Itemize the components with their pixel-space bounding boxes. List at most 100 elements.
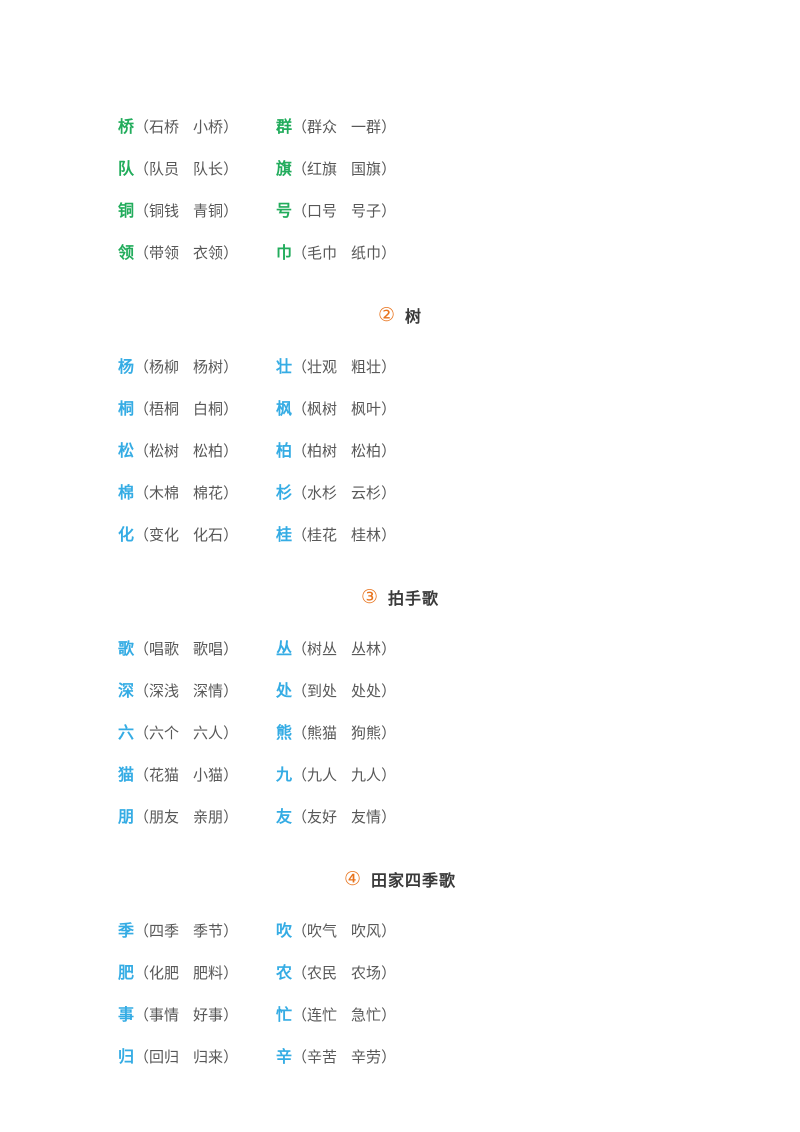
vocab-entry: 杉（水杉 云杉） [276, 479, 456, 503]
vocab-word-second: 归来 [193, 1050, 224, 1066]
vocab-word-first: 红旗 [307, 162, 338, 178]
close-paren: ） [223, 726, 239, 742]
open-paren: （ [134, 360, 150, 376]
close-paren: ） [223, 642, 239, 658]
open-paren: （ [134, 444, 150, 460]
headword-character: 歌 [118, 641, 135, 658]
vocab-word-second: 号子 [351, 204, 382, 220]
vocab-word-second: 枫叶 [351, 402, 382, 418]
close-paren: ） [223, 768, 239, 784]
close-paren: ） [381, 768, 397, 784]
open-paren: （ [292, 642, 308, 658]
vocab-word-second: 国旗 [351, 162, 382, 178]
close-paren: ） [381, 402, 397, 418]
close-paren: ） [223, 444, 239, 460]
open-paren: （ [134, 246, 150, 262]
headword-character: 群 [276, 119, 293, 136]
close-paren: ） [223, 120, 239, 136]
vocab-section: ② 树杨（杨柳 杨树）壮（壮观 粗壮）桐（梧桐 白桐）枫（枫树 枫叶）松（松树 松柏）柏（柏… [0, 272, 800, 554]
open-paren: （ [292, 120, 308, 136]
vocab-row: 铜（铜钱 青铜）号（口号 号子） [0, 188, 800, 230]
close-paren: ） [381, 360, 397, 376]
vocab-entry: 桂（桂花 桂林） [276, 521, 456, 545]
open-paren: （ [134, 1050, 150, 1066]
vocab-entry: 九（九人 九人） [276, 761, 456, 785]
vocab-word-first: 吹气 [307, 924, 338, 940]
close-paren: ） [223, 810, 239, 826]
open-paren: （ [134, 162, 150, 178]
vocab-word-second: 友情 [351, 810, 382, 826]
vocab-word-first: 带领 [149, 246, 180, 262]
vocab-word-second: 狗熊 [351, 726, 382, 742]
vocab-row-group: 桥（石桥 小桥）群（群众 一群）队（队员 队长）旗（红旗 国旗）铜（铜钱 青铜）号（口号号… [0, 104, 800, 272]
vocab-section: ③ 拍手歌歌（唱歌 歌唱）丛（树丛 丛林）深（深浅 深情）处（到处 处处）六（六个 六人）熊… [0, 554, 800, 836]
close-paren: ） [223, 162, 239, 178]
vocab-row: 棉（木棉 棉花）杉（水杉 云杉） [0, 470, 800, 512]
vocab-word-first: 铜钱 [149, 204, 180, 220]
vocab-word-first: 石桥 [149, 120, 180, 136]
vocab-entry: 友（友好 友情） [276, 803, 456, 827]
vocab-row-group: 杨（杨柳 杨树）壮（壮观 粗壮）桐（梧桐 白桐）枫（枫树 枫叶）松（松树 松柏）柏（柏树松… [0, 344, 800, 554]
close-paren: ） [223, 684, 239, 700]
section-title: 树 [405, 309, 423, 326]
headword-character: 肥 [118, 965, 135, 982]
vocab-word-first: 毛巾 [307, 246, 338, 262]
vocab-section: ④ 田家四季歌季（四季 季节）吹（吹气 吹风）肥（化肥 肥料）农（农民 农场）事（事情 好事… [0, 836, 800, 1076]
vocab-word-second: 化石 [193, 528, 224, 544]
open-paren: （ [292, 924, 308, 940]
headword-character: 九 [276, 767, 293, 784]
vocab-entry: 枫（枫树 枫叶） [276, 395, 456, 419]
vocab-row: 归（回归 归来）辛（辛苦 辛劳） [0, 1034, 800, 1076]
vocab-row: 队（队员 队长）旗（红旗 国旗） [0, 146, 800, 188]
open-paren: （ [292, 726, 308, 742]
vocab-entry: 吹（吹气 吹风） [276, 917, 456, 941]
vocab-row-group: 季（四季 季节）吹（吹气 吹风）肥（化肥 肥料）农（农民 农场）事（事情 好事）忙（连忙急… [0, 908, 800, 1076]
vocab-word-second: 辛劳 [351, 1050, 382, 1066]
open-paren: （ [292, 1050, 308, 1066]
vocab-word-second: 肥料 [193, 966, 224, 982]
vocab-word-second: 青铜 [193, 204, 224, 220]
vocab-row: 深（深浅 深情）处（到处 处处） [0, 668, 800, 710]
headword-character: 号 [276, 203, 293, 220]
vocab-row: 肥（化肥 肥料）农（农民 农场） [0, 950, 800, 992]
headword-character: 柏 [276, 443, 293, 460]
close-paren: ） [381, 246, 397, 262]
section-header: ③ 拍手歌 [0, 576, 800, 618]
vocab-section: 桥（石桥 小桥）群（群众 一群）队（队员 队长）旗（红旗 国旗）铜（铜钱 青铜）号（口号号… [0, 104, 800, 272]
close-paren: ） [381, 1008, 397, 1024]
headword-character: 朋 [118, 809, 135, 826]
open-paren: （ [134, 528, 150, 544]
vocab-row: 歌（唱歌 歌唱）丛（树丛 丛林） [0, 626, 800, 668]
headword-character: 杨 [118, 359, 135, 376]
vocab-word-first: 辛苦 [307, 1050, 338, 1066]
headword-character: 巾 [276, 245, 293, 262]
vocab-word-first: 农民 [307, 966, 338, 982]
close-paren: ） [381, 1050, 397, 1066]
open-paren: （ [292, 444, 308, 460]
section-header: ②树 [0, 294, 800, 336]
vocab-word-first: 壮观 [307, 360, 338, 376]
vocab-entry: 巾（毛巾 纸巾） [276, 239, 456, 263]
vocab-word-second: 深情 [193, 684, 224, 700]
vocab-word-first: 梧桐 [149, 402, 180, 418]
headword-character: 桂 [276, 527, 293, 544]
headword-character: 季 [118, 923, 135, 940]
headword-character: 化 [118, 527, 135, 544]
vocab-row: 事（事情 好事）忙（连忙 急忙） [0, 992, 800, 1034]
vocab-entry: 铜（铜钱 青铜） [118, 197, 276, 221]
headword-character: 旗 [276, 161, 293, 178]
vocab-word-second: 杨树 [193, 360, 224, 376]
vocab-word-first: 六个 [149, 726, 180, 742]
vocab-word-first: 口号 [307, 204, 338, 220]
open-paren: （ [134, 924, 150, 940]
open-paren: （ [292, 966, 308, 982]
vocab-word-first: 群众 [307, 120, 338, 136]
vocab-word-second: 桂林 [351, 528, 382, 544]
open-paren: （ [134, 204, 150, 220]
headword-character: 辛 [276, 1049, 293, 1066]
vocab-word-first: 杨柳 [149, 360, 180, 376]
